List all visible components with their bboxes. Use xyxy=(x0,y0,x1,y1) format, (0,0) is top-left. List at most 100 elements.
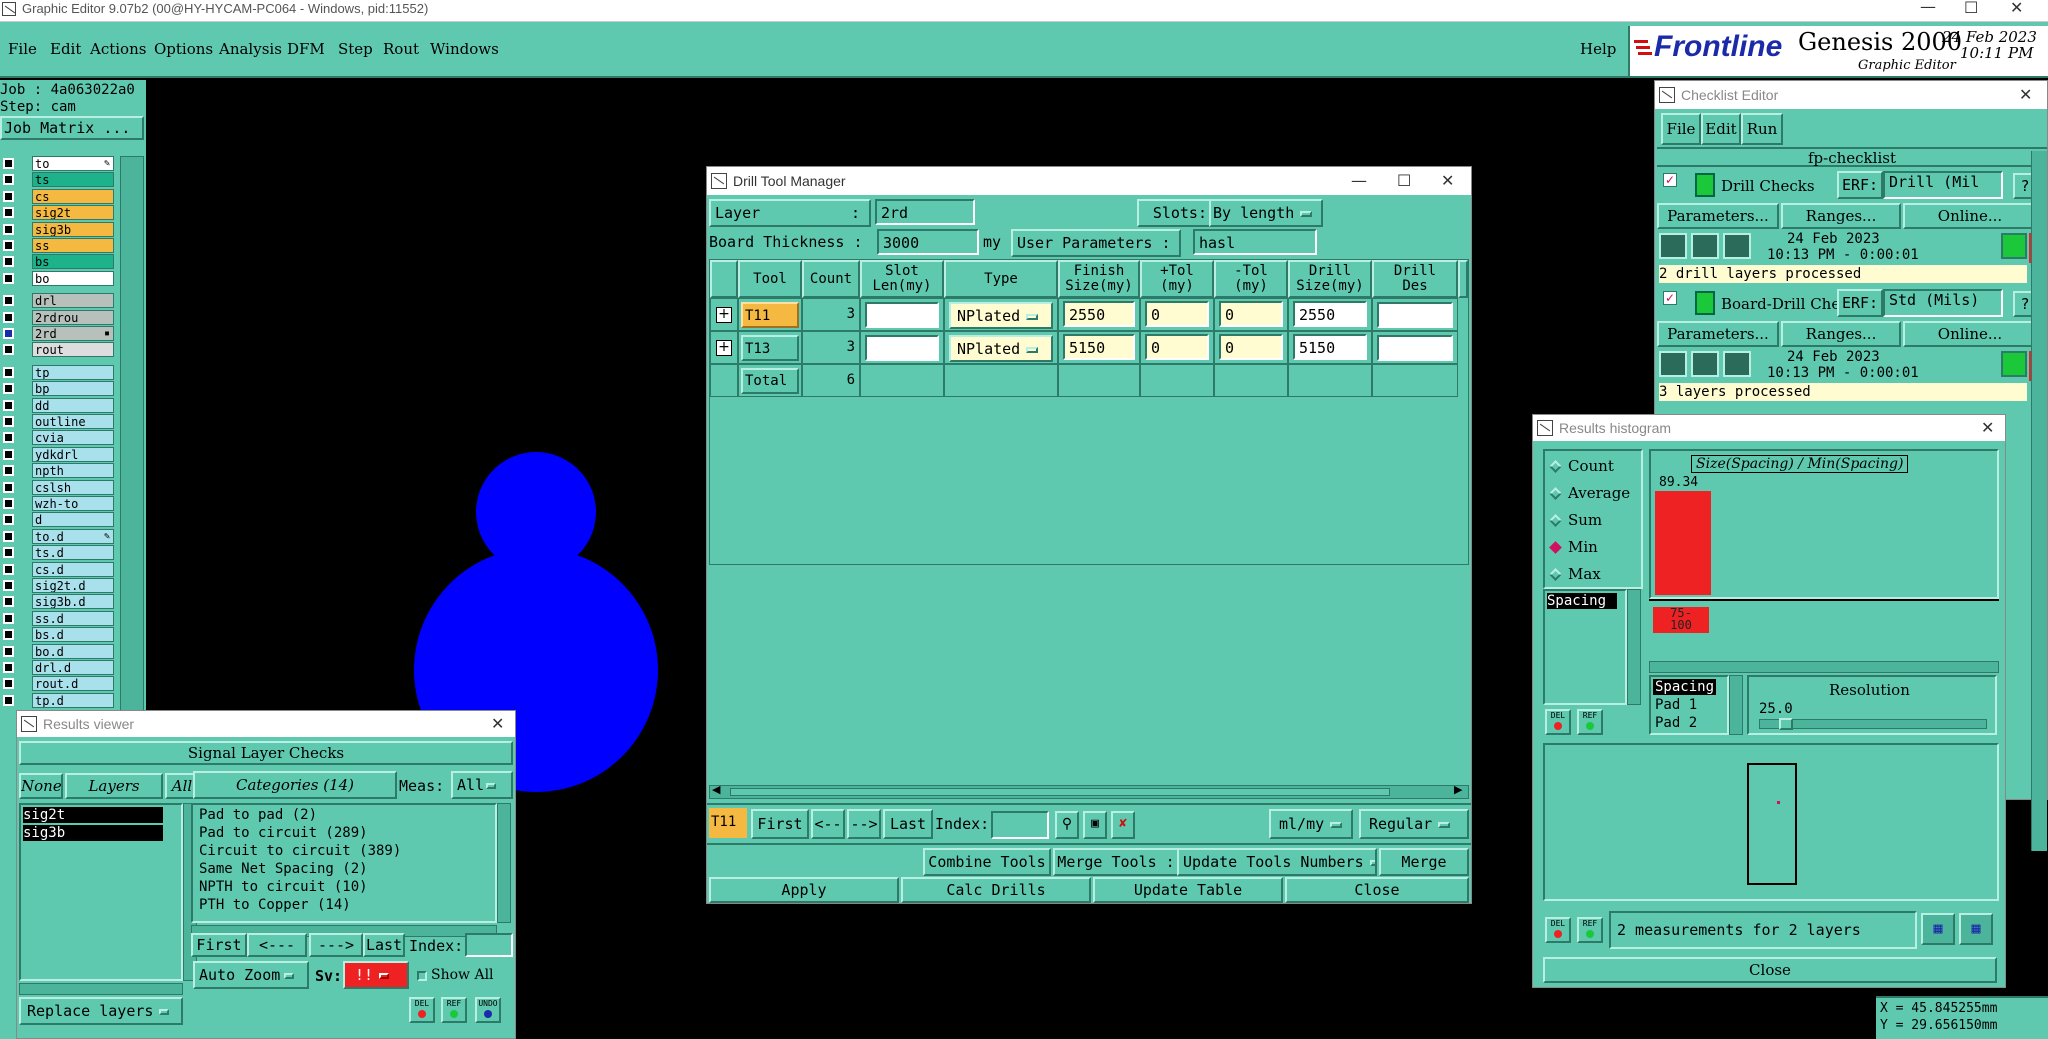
erf-field[interactable]: Drill (Mil xyxy=(1883,171,2003,199)
layer-row[interactable]: cs xyxy=(0,188,118,205)
layer-row[interactable]: ts xyxy=(0,172,118,188)
close-icon[interactable]: ✕ xyxy=(1981,415,1994,441)
menu-analysis[interactable]: Analysis xyxy=(219,40,282,58)
category-item[interactable]: NPTH to circuit (10) xyxy=(199,879,368,895)
update-tools-numbers-dropdown[interactable]: Update Tools Numbers xyxy=(1177,848,1377,876)
slot-len-field[interactable] xyxy=(865,335,939,361)
rv-ref-button[interactable]: REF xyxy=(441,997,467,1023)
layer-name[interactable]: drl xyxy=(32,293,114,309)
layer-checkbox[interactable] xyxy=(3,694,14,706)
layer-row[interactable]: cslsh xyxy=(0,479,118,496)
hist-list-scrollbar[interactable] xyxy=(1627,589,1641,705)
layer-checkbox[interactable] xyxy=(3,328,14,339)
results-layer-item[interactable]: sig2t xyxy=(23,807,163,823)
layer-name[interactable]: cs xyxy=(32,188,114,204)
layer-checkbox[interactable] xyxy=(3,645,14,657)
layer-checkbox[interactable] xyxy=(3,563,14,575)
checklist-menu-run[interactable]: Run xyxy=(1741,113,1783,145)
layer-row[interactable]: bo xyxy=(0,270,118,287)
layer-name[interactable]: tp.d xyxy=(32,692,114,708)
histogram-close-button[interactable]: Close xyxy=(1543,957,1997,983)
layer-checkbox[interactable] xyxy=(3,678,14,690)
layer-row[interactable]: bp xyxy=(0,381,118,397)
prev-button[interactable]: <-- xyxy=(811,809,845,839)
layer-row[interactable]: ss.d xyxy=(0,610,118,627)
layer-row[interactable]: dd xyxy=(0,397,118,414)
layer-row[interactable]: rout.d xyxy=(0,676,118,692)
layer-name[interactable]: 2rdrou xyxy=(32,309,114,325)
layer-name[interactable]: ss.d xyxy=(32,610,114,626)
menu-windows[interactable]: Windows xyxy=(430,40,499,58)
layer-name[interactable]: sig2t xyxy=(32,205,114,221)
check-name[interactable]: Drill Checks xyxy=(1721,177,1815,195)
minus-tol-field[interactable]: 0 xyxy=(1219,301,1283,327)
results-layer-item[interactable]: sig3b xyxy=(23,825,163,841)
inspect-icon[interactable] xyxy=(2001,351,2027,377)
layer-checkbox[interactable] xyxy=(3,432,14,444)
layer-checkbox[interactable] xyxy=(3,580,14,591)
layer-row[interactable]: bs xyxy=(0,254,118,270)
layer-name[interactable]: to.d xyxy=(32,528,114,544)
first-button[interactable]: First xyxy=(751,809,809,839)
board-thickness-field[interactable]: 3000 xyxy=(877,229,979,255)
resolution-slider-thumb[interactable] xyxy=(1779,718,1793,730)
layer-checkbox[interactable] xyxy=(3,272,14,284)
layer-name[interactable]: 2rd xyxy=(32,326,114,341)
drill-des-field[interactable] xyxy=(1377,302,1453,328)
layer-checkbox[interactable] xyxy=(3,174,14,186)
layer-row[interactable]: bs.d xyxy=(0,627,118,643)
category-item[interactable]: Circuit to circuit (389) xyxy=(199,843,401,859)
online-button[interactable]: Online... xyxy=(1903,321,2037,347)
layer-checkbox[interactable] xyxy=(3,416,14,427)
layer-row[interactable]: drl.d xyxy=(0,660,118,676)
replace-layers-dropdown[interactable]: Replace layers xyxy=(19,997,183,1025)
check-name[interactable]: Board-Drill Che xyxy=(1721,295,1837,313)
layer-name[interactable]: npth xyxy=(32,463,114,479)
layer-row[interactable]: outline xyxy=(0,414,118,430)
axis-item-spacing[interactable]: Spacing xyxy=(1653,679,1717,695)
tool-cell-value[interactable]: T13 xyxy=(741,335,799,361)
layer-name[interactable]: outline xyxy=(32,414,114,429)
resolution-slider[interactable] xyxy=(1759,719,1987,729)
layer-name[interactable]: sig2t.d xyxy=(32,578,114,593)
layer-checkbox[interactable] xyxy=(3,207,14,219)
layer-name[interactable]: ts.d xyxy=(32,545,114,561)
stat-average[interactable]: Average xyxy=(1547,484,1630,502)
inspect-icon[interactable] xyxy=(2001,233,2027,259)
scroll-left-arrow-icon[interactable]: ◀ xyxy=(712,783,720,796)
layer-checkbox[interactable] xyxy=(3,256,14,268)
layer-checkbox[interactable] xyxy=(3,399,14,411)
layer-checkbox[interactable] xyxy=(3,158,14,169)
layer-checkbox[interactable] xyxy=(3,612,14,624)
layer-name[interactable]: ts xyxy=(32,172,114,188)
layer-row[interactable]: d xyxy=(0,512,118,528)
online-button[interactable]: Online... xyxy=(1903,203,2037,229)
menu-dfm[interactable]: DFM xyxy=(287,40,325,58)
categories-v-scrollbar[interactable] xyxy=(497,803,511,923)
parameters-button[interactable]: Parameters... xyxy=(1657,203,1779,229)
layer-row[interactable]: cvia xyxy=(0,430,118,446)
menu-step[interactable]: Step xyxy=(338,40,373,58)
checkmark-icon[interactable]: ✓ xyxy=(1663,291,1677,305)
layer-row[interactable]: ts.d xyxy=(0,545,118,561)
apply-button[interactable]: Apply xyxy=(709,877,899,903)
layer-name[interactable]: ydkdrl xyxy=(32,446,114,462)
finish-size-field[interactable]: 2550 xyxy=(1063,301,1135,327)
run-step-icon[interactable] xyxy=(1691,233,1719,259)
layer-name[interactable]: cslsh xyxy=(32,479,114,495)
sv-dropdown[interactable]: !! xyxy=(343,961,409,989)
axis-item-pad2[interactable]: Pad 2 xyxy=(1655,715,1697,731)
ranges-button[interactable]: Ranges... xyxy=(1781,321,1901,347)
layer-name[interactable]: ss xyxy=(32,238,114,253)
calc-drills-button[interactable]: Calc Drills xyxy=(901,877,1091,903)
ref-button[interactable]: REF xyxy=(1577,917,1603,943)
layer-checkbox[interactable] xyxy=(3,498,14,509)
plus-tol-field[interactable]: 0 xyxy=(1145,301,1209,327)
layer-row[interactable]: npth xyxy=(0,463,118,479)
layer-checkbox[interactable] xyxy=(3,547,14,559)
layer-row[interactable]: sig2t.d xyxy=(0,578,118,594)
layer-row[interactable]: 2rdrou xyxy=(0,309,118,326)
layer-row[interactable]: cs.d xyxy=(0,561,118,578)
layer-row[interactable]: 2rd ▪ xyxy=(0,326,118,342)
category-item[interactable]: Pad to pad (2) xyxy=(199,807,317,823)
